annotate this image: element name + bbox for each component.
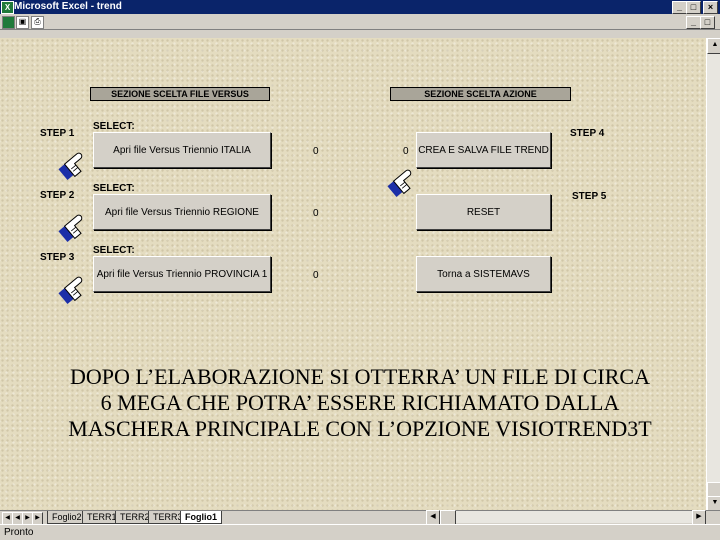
step-label-4: STEP 4 [570, 128, 605, 139]
back-to-sistemavs-button[interactable]: Torna a SISTEMAVS [416, 256, 551, 292]
open-provincia-button[interactable]: Apri file Versus Triennio PROVINCIA 1 [93, 256, 271, 292]
provincia-value: 0 [313, 270, 319, 281]
section-header-action: SEZIONE SCELTA AZIONE [390, 87, 571, 101]
info-message: DOPO L’ELABORAZIONE SI OTTERRA’ UN FILE … [68, 364, 652, 441]
select-label-2: SELECT: [93, 183, 135, 194]
window-title: Microsoft Excel - trend [14, 1, 122, 12]
workbook-icon[interactable] [2, 16, 15, 29]
doc-restore-button[interactable]: □ [700, 16, 715, 29]
section-header-file: SEZIONE SCELTA FILE VERSUS [90, 87, 270, 101]
status-text: Pronto [4, 527, 34, 538]
open-regione-button[interactable]: Apri file Versus Triennio REGIONE [93, 194, 271, 230]
hscroll-thumb[interactable] [440, 510, 456, 525]
title-bar: X Microsoft Excel - trend _ □ × [0, 0, 720, 14]
maximize-button[interactable]: □ [686, 1, 701, 14]
preview-icon[interactable]: ▣ [16, 16, 29, 29]
reset-button[interactable]: RESET [416, 194, 551, 230]
scroll-right-icon[interactable]: ▶ [692, 510, 706, 525]
excel-icon[interactable]: X [1, 1, 14, 14]
pointing-hand-icon [58, 152, 83, 181]
create-save-trend-button[interactable]: CREA E SALVA FILE TREND [416, 132, 551, 168]
italia-value: 0 [313, 146, 319, 157]
status-bar: Pronto [0, 524, 720, 540]
step-label-5: STEP 5 [572, 191, 607, 202]
sheet-tab[interactable]: Foglio2 [47, 511, 87, 524]
pointing-hand-icon [58, 214, 83, 243]
step-label-1: STEP 1 [40, 128, 75, 139]
pointing-hand-icon [58, 276, 83, 305]
open-italia-button[interactable]: Apri file Versus Triennio ITALIA [93, 132, 271, 168]
print-icon[interactable]: ⎙ [31, 16, 44, 29]
horizontal-scrollbar[interactable]: ◀ ▶ [426, 510, 706, 525]
sheet-tab-active[interactable]: Foglio1 [180, 511, 222, 524]
scroll-left-icon[interactable]: ◀ [426, 510, 440, 525]
step-label-2: STEP 2 [40, 190, 75, 201]
regione-value: 0 [313, 208, 319, 219]
toolbar: ▣ ⎙ _ □ [0, 14, 720, 30]
scroll-up-icon[interactable]: ▲ [707, 38, 720, 54]
select-label-3: SELECT: [93, 245, 135, 256]
pointing-hand-icon [387, 169, 412, 198]
trend-value: 0 [403, 146, 409, 157]
minimize-button[interactable]: _ [672, 1, 687, 14]
close-button[interactable]: × [703, 1, 718, 14]
select-label-1: SELECT: [93, 121, 135, 132]
doc-minimize-button[interactable]: _ [686, 16, 701, 29]
step-label-3: STEP 3 [40, 252, 75, 263]
